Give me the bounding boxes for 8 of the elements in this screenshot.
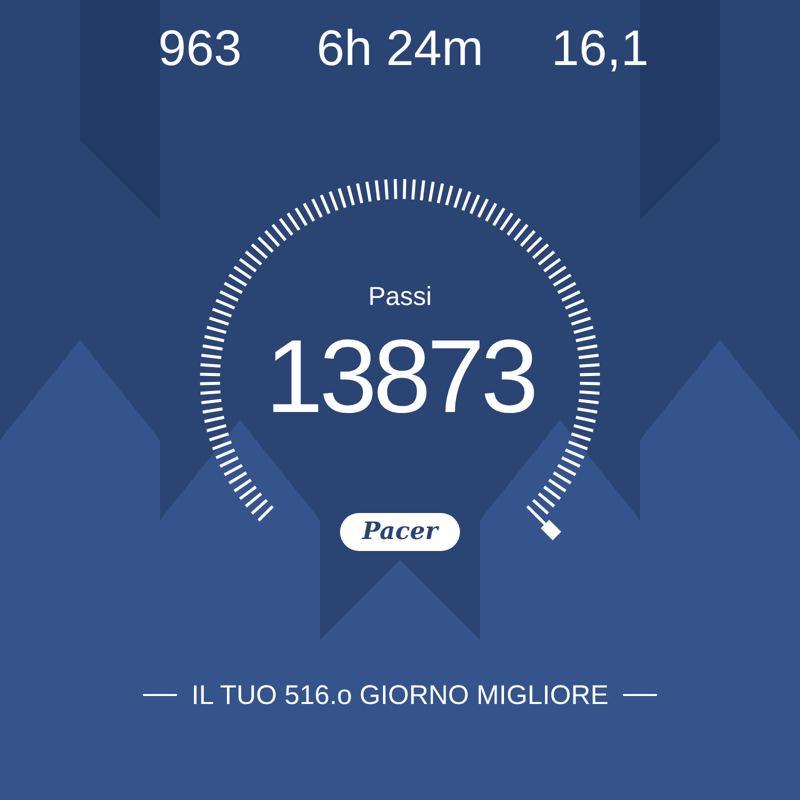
stat-value: 963 — [158, 19, 242, 78]
steps-label: Passi — [368, 281, 432, 311]
best-day-text: IL TUO 516.o GIORNO MIGLIORE — [191, 679, 609, 711]
gauge-marker — [534, 514, 562, 540]
stat-value: 16,1 — [551, 19, 649, 78]
stat-value: 6h 24m — [316, 19, 484, 78]
steps-count: 13873 — [265, 319, 535, 435]
pacer-logo: Pacer — [340, 513, 460, 551]
